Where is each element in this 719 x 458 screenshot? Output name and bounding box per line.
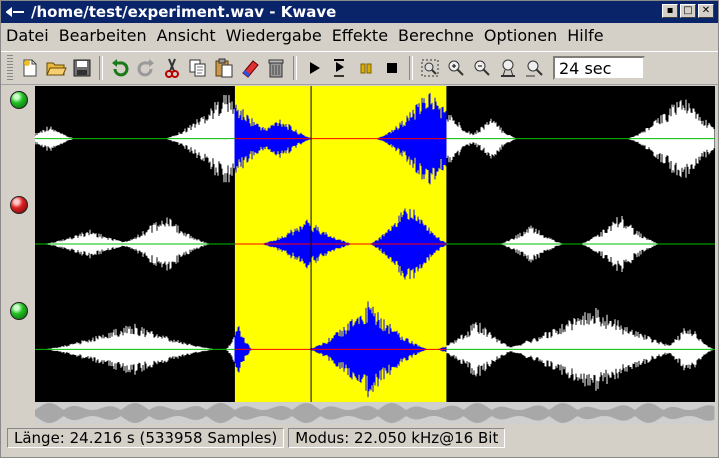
delete-trash-icon (268, 59, 284, 78)
menu-ansicht[interactable]: Ansicht (152, 26, 221, 45)
save-button[interactable] (69, 55, 95, 81)
close-icon: ✕ (701, 5, 711, 16)
zoom-selection-button[interactable] (417, 55, 443, 81)
copy-icon (189, 59, 206, 77)
erase-button[interactable] (237, 55, 263, 81)
play-button[interactable] (301, 55, 327, 81)
pause-icon (360, 63, 372, 74)
zoom-selection-icon (421, 59, 439, 77)
open-button[interactable] (43, 55, 69, 81)
copy-button[interactable] (185, 55, 211, 81)
menu-bar: Datei Bearbeiten Ansicht Wiedergabe Effe… (1, 23, 718, 47)
stop-button[interactable] (379, 55, 405, 81)
cut-scissors-icon (165, 58, 179, 78)
signal-view[interactable] (35, 86, 715, 402)
loop-play-button[interactable] (327, 55, 353, 81)
new-file-button[interactable] (17, 55, 43, 81)
maximize-button[interactable]: □ (680, 4, 696, 18)
zoom-normal-button[interactable] (495, 55, 521, 81)
track-2-enable-led-icon[interactable] (10, 196, 28, 214)
save-disk-icon (73, 59, 91, 77)
cut-button[interactable] (159, 55, 185, 81)
stop-icon (387, 63, 397, 73)
zoom-in-icon (448, 60, 464, 76)
overview-scrollbar[interactable] (35, 402, 715, 424)
maximize-icon: □ (683, 5, 693, 16)
zoom-level-value: 24 sec (559, 58, 612, 78)
delete-button[interactable] (263, 55, 289, 81)
play-icon (310, 62, 320, 74)
minimize-button[interactable]: ▪ (662, 4, 678, 18)
redo-button[interactable] (133, 55, 159, 81)
window-title: /home/test/experiment.wav - Kwave (31, 3, 337, 21)
erase-icon (242, 60, 259, 78)
status-bar: Länge: 24.216 s (533958 Samples) Modus: … (1, 426, 718, 450)
track-1-enable-led-icon[interactable] (10, 91, 28, 109)
signal-waveform-display[interactable] (35, 86, 715, 402)
track-3-enable-led-icon[interactable] (10, 302, 28, 320)
zoom-normal-icon (501, 59, 515, 77)
zoom-level-select[interactable]: 24 sec (553, 56, 645, 80)
toolbar-separator (99, 56, 103, 80)
minimize-icon: ▪ (666, 5, 674, 16)
toolbar: 24 sec (1, 51, 718, 85)
paste-button[interactable] (211, 55, 237, 81)
pause-button[interactable] (353, 55, 379, 81)
title-bar[interactable]: /home/test/experiment.wav - Kwave ▪ □ ✕ (1, 1, 718, 23)
overview-signal (35, 403, 715, 423)
zoom-out-button[interactable] (469, 55, 495, 81)
track-controls-panel (1, 86, 35, 402)
overview-waveform[interactable] (35, 402, 715, 424)
open-folder-icon (46, 62, 67, 76)
menu-optionen[interactable]: Optionen (479, 26, 562, 45)
redo-icon (137, 59, 154, 77)
menu-wiedergabe[interactable]: Wiedergabe (221, 26, 327, 45)
status-length: Länge: 24.216 s (533958 Samples) (7, 428, 285, 448)
window-menu-icon[interactable] (5, 3, 27, 21)
paste-icon (215, 58, 233, 78)
toolbar-separator (409, 56, 413, 80)
zoom-all-button[interactable] (521, 55, 547, 81)
toolbar-separator (293, 56, 297, 80)
undo-icon (112, 59, 129, 77)
menu-hilfe[interactable]: Hilfe (562, 26, 608, 45)
menu-bearbeiten[interactable]: Bearbeiten (54, 26, 152, 45)
zoom-in-button[interactable] (443, 55, 469, 81)
menu-effekte[interactable]: Effekte (327, 26, 393, 45)
kwave-window: /home/test/experiment.wav - Kwave ▪ □ ✕ … (0, 0, 719, 458)
undo-button[interactable] (107, 55, 133, 81)
new-file-icon (23, 59, 37, 77)
toolbar-grip[interactable] (7, 55, 13, 81)
zoom-all-icon (526, 60, 543, 77)
zoom-out-icon (474, 60, 490, 76)
loop-play-icon (334, 59, 344, 77)
status-mode: Modus: 22.050 kHz@16 Bit (288, 428, 506, 448)
close-button[interactable]: ✕ (698, 4, 714, 18)
menu-berechne[interactable]: Berechne (393, 26, 479, 45)
menu-datei[interactable]: Datei (1, 26, 54, 45)
